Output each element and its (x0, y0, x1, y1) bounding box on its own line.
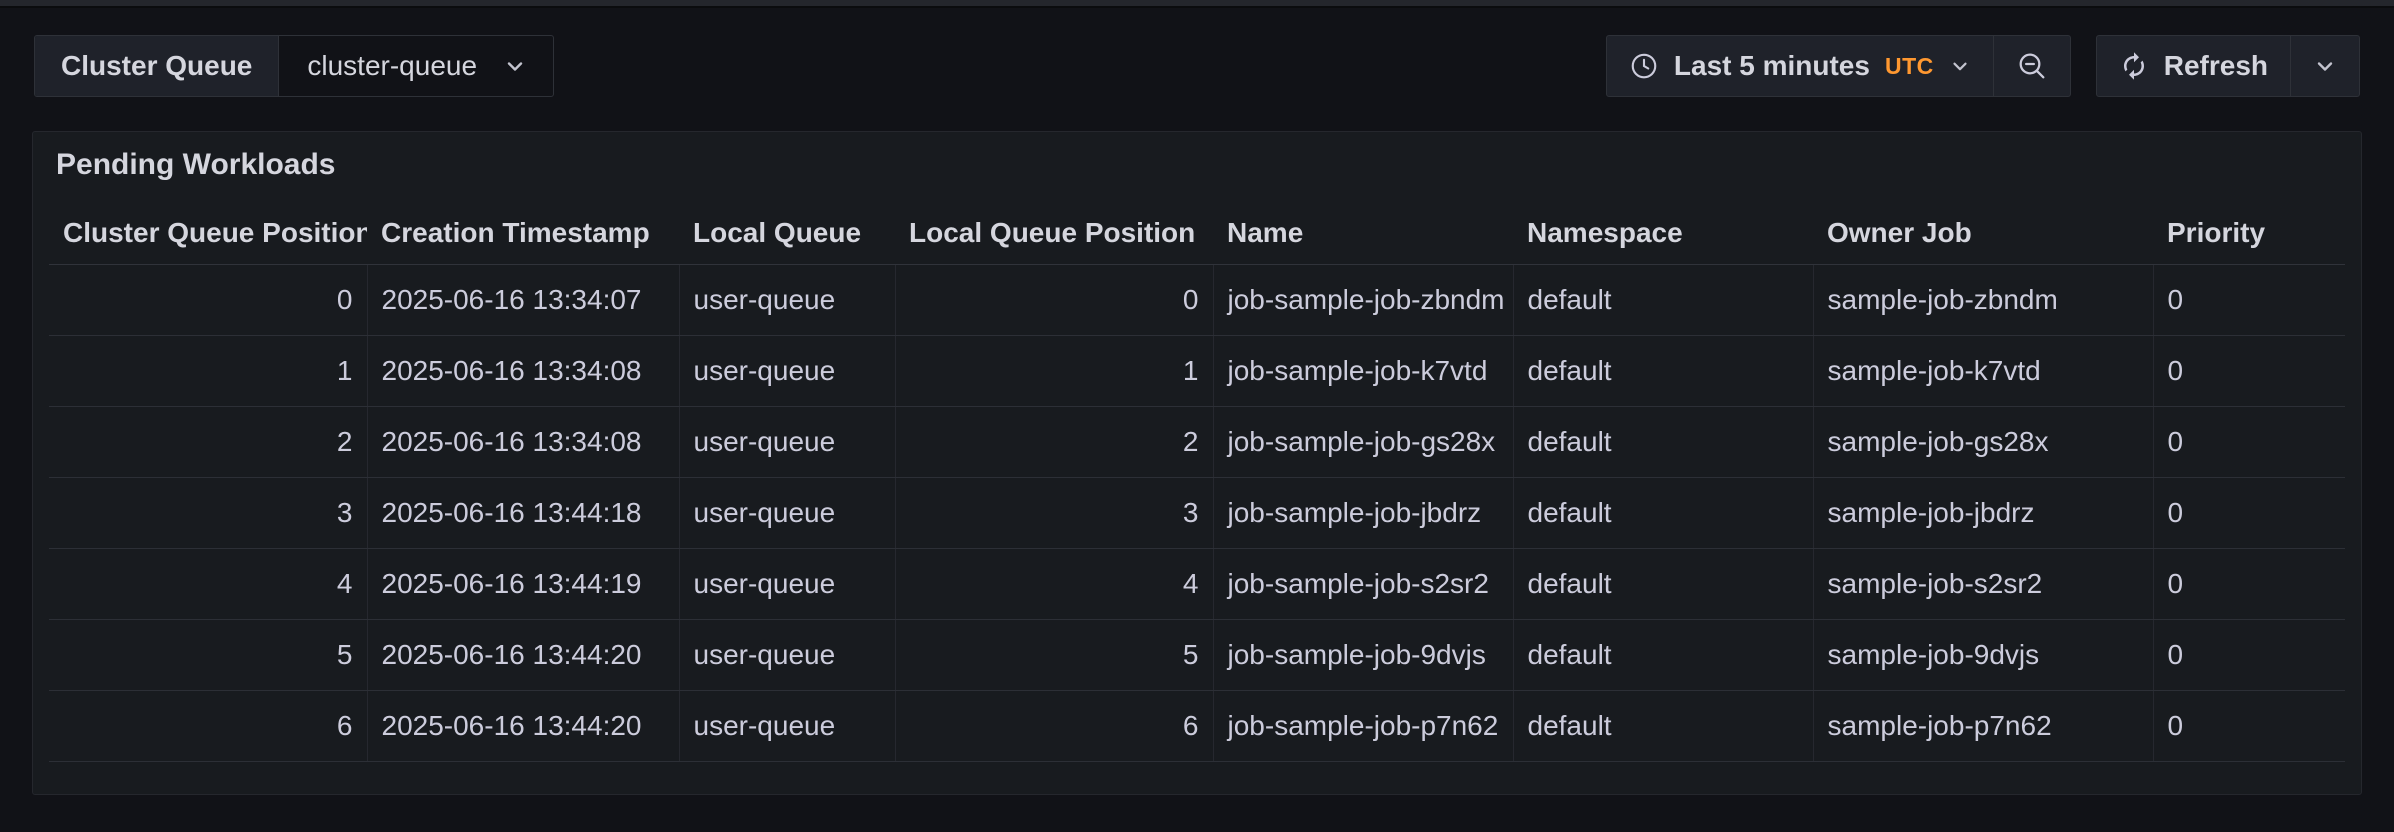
chevron-down-icon (1949, 55, 1971, 77)
table-cell: 2025-06-16 13:34:07 (367, 264, 679, 335)
table-cell: sample-job-jbdrz (1813, 477, 2153, 548)
variable-value-dropdown[interactable]: cluster-queue (279, 36, 553, 96)
zoom-out-icon (2016, 50, 2048, 82)
table-cell: 1 (895, 335, 1213, 406)
table-cell: job-sample-job-9dvjs (1213, 619, 1513, 690)
column-header-cluster-queue-position[interactable]: Cluster Queue Position (49, 202, 367, 264)
column-header-priority[interactable]: Priority (2153, 202, 2345, 264)
clock-icon (1629, 51, 1659, 81)
table-cell: user-queue (679, 548, 895, 619)
column-header-name[interactable]: Name (1213, 202, 1513, 264)
table-row: 02025-06-16 13:34:07user-queue0job-sampl… (49, 264, 2345, 335)
table-cell: 1 (49, 335, 367, 406)
table-row: 42025-06-16 13:44:19user-queue4job-sampl… (49, 548, 2345, 619)
dashboard-toolbar: Cluster Queue cluster-queue Last 5 minut… (0, 35, 2394, 97)
table-cell: job-sample-job-gs28x (1213, 406, 1513, 477)
top-edge-toolbar (0, 0, 2394, 8)
table-cell: sample-job-p7n62 (1813, 690, 2153, 761)
table-cell: job-sample-job-p7n62 (1213, 690, 1513, 761)
table-cell: 4 (49, 548, 367, 619)
table-cell: sample-job-s2sr2 (1813, 548, 2153, 619)
table-header-row: Cluster Queue PositionCreation Timestamp… (49, 202, 2345, 264)
table-cell: default (1513, 477, 1813, 548)
variable-label: Cluster Queue (35, 36, 279, 96)
panel-title[interactable]: Pending Workloads (49, 142, 2345, 188)
table-cell: 3 (895, 477, 1213, 548)
table-row: 62025-06-16 13:44:20user-queue6job-sampl… (49, 690, 2345, 761)
table-cell: default (1513, 548, 1813, 619)
table-cell: 0 (2153, 477, 2345, 548)
table-cell: 2025-06-16 13:44:20 (367, 690, 679, 761)
table-cell: 6 (895, 690, 1213, 761)
time-controls-group: Last 5 minutes UTC (1606, 35, 2071, 97)
table-cell: job-sample-job-k7vtd (1213, 335, 1513, 406)
table-cell: 0 (2153, 335, 2345, 406)
table-cell: 6 (49, 690, 367, 761)
table-cell: user-queue (679, 690, 895, 761)
table-row: 22025-06-16 13:34:08user-queue2job-sampl… (49, 406, 2345, 477)
table-cell: user-queue (679, 406, 895, 477)
column-header-local-queue[interactable]: Local Queue (679, 202, 895, 264)
table-cell: job-sample-job-zbndm (1213, 264, 1513, 335)
table-cell: default (1513, 690, 1813, 761)
table-cell: 4 (895, 548, 1213, 619)
toolbar-right-controls: Last 5 minutes UTC Refresh (1606, 35, 2360, 97)
table-cell: user-queue (679, 477, 895, 548)
table-cell: sample-job-zbndm (1813, 264, 2153, 335)
table-cell: sample-job-9dvjs (1813, 619, 2153, 690)
table-row: 12025-06-16 13:34:08user-queue1job-sampl… (49, 335, 2345, 406)
time-range-button[interactable]: Last 5 minutes UTC (1607, 36, 1993, 96)
variable-picker: Cluster Queue cluster-queue (34, 35, 554, 97)
refresh-label: Refresh (2164, 50, 2268, 82)
chevron-down-icon (2313, 54, 2337, 78)
refresh-icon (2119, 51, 2149, 81)
table-cell: 0 (2153, 264, 2345, 335)
time-range-label: Last 5 minutes (1674, 50, 1870, 82)
table-cell: user-queue (679, 264, 895, 335)
table-cell: default (1513, 619, 1813, 690)
table-cell: 0 (2153, 548, 2345, 619)
refresh-button[interactable]: Refresh (2097, 36, 2290, 96)
table-cell: sample-job-gs28x (1813, 406, 2153, 477)
table-cell: 0 (2153, 619, 2345, 690)
table-cell: 2025-06-16 13:34:08 (367, 406, 679, 477)
table-cell: user-queue (679, 619, 895, 690)
column-header-namespace[interactable]: Namespace (1513, 202, 1813, 264)
table-cell: default (1513, 335, 1813, 406)
chevron-down-icon (503, 54, 527, 78)
table-cell: 2025-06-16 13:44:19 (367, 548, 679, 619)
table-cell: 0 (2153, 406, 2345, 477)
timezone-label: UTC (1885, 53, 1934, 80)
panel-pending-workloads: Pending Workloads Cluster Queue Position… (32, 131, 2362, 795)
variable-value: cluster-queue (307, 50, 477, 82)
table-cell: default (1513, 406, 1813, 477)
table-cell: job-sample-job-jbdrz (1213, 477, 1513, 548)
table-cell: job-sample-job-s2sr2 (1213, 548, 1513, 619)
table-cell: 2025-06-16 13:44:20 (367, 619, 679, 690)
table-cell: 2025-06-16 13:44:18 (367, 477, 679, 548)
zoom-out-button[interactable] (1993, 36, 2070, 96)
refresh-interval-button[interactable] (2290, 36, 2359, 96)
table-cell: 2 (895, 406, 1213, 477)
table-cell: 0 (2153, 690, 2345, 761)
table-row: 52025-06-16 13:44:20user-queue5job-sampl… (49, 619, 2345, 690)
table-cell: 5 (895, 619, 1213, 690)
table-cell: 3 (49, 477, 367, 548)
column-header-owner-job[interactable]: Owner Job (1813, 202, 2153, 264)
refresh-group: Refresh (2096, 35, 2360, 97)
table-cell: 2025-06-16 13:34:08 (367, 335, 679, 406)
table-cell: default (1513, 264, 1813, 335)
column-header-creation-timestamp[interactable]: Creation Timestamp (367, 202, 679, 264)
column-header-local-queue-position[interactable]: Local Queue Position (895, 202, 1213, 264)
table-row: 32025-06-16 13:44:18user-queue3job-sampl… (49, 477, 2345, 548)
table-cell: 5 (49, 619, 367, 690)
pending-workloads-table: Cluster Queue PositionCreation Timestamp… (49, 202, 2345, 762)
table-cell: user-queue (679, 335, 895, 406)
table-cell: 2 (49, 406, 367, 477)
table-cell: 0 (895, 264, 1213, 335)
table-cell: sample-job-k7vtd (1813, 335, 2153, 406)
table-cell: 0 (49, 264, 367, 335)
